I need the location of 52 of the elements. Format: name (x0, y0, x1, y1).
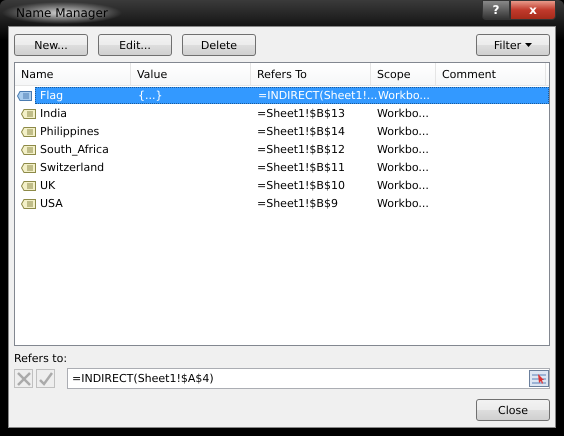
name-tag-icon (21, 144, 36, 154)
name-cell: South_Africa (40, 143, 109, 156)
name-tag-icon (17, 90, 32, 100)
close-button[interactable]: Close (476, 399, 550, 421)
value-cell: {...} (138, 89, 162, 102)
name-row[interactable]: UK =Sheet1!$B$10 Workbo... (15, 177, 549, 194)
name-cell: UK (40, 179, 56, 192)
refers-to-cell: =Sheet1!$B$11 (257, 161, 345, 174)
name-tag-icon (21, 126, 36, 136)
scope-cell: Workbo... (377, 197, 429, 210)
name-tag-icon (21, 162, 36, 172)
scope-cell: Workbo... (377, 107, 429, 120)
column-header[interactable]: Name (15, 63, 131, 85)
column-header[interactable]: Refers To (251, 63, 371, 85)
column-header[interactable]: Scope (371, 63, 436, 85)
name-cell: Flag (40, 89, 64, 102)
scope-cell: Workbo... (378, 89, 430, 102)
refers-to-cell: =INDIRECT(Sheet1!... (258, 89, 378, 102)
refers-to-label: Refers to: (14, 352, 68, 365)
name-cell: Philippines (40, 125, 100, 138)
toolbar-button[interactable]: Edit... (98, 34, 172, 56)
name-row[interactable]: South_Africa =Sheet1!$B$12 Workbo... (15, 141, 549, 158)
name-cell: Switzerland (40, 161, 104, 174)
name-tag-icon (21, 108, 36, 118)
name-cell: USA (40, 197, 63, 210)
scope-cell: Workbo... (377, 125, 429, 138)
name-tag-icon (21, 180, 36, 190)
name-row[interactable]: India =Sheet1!$B$13 Workbo... (15, 105, 549, 122)
scope-cell: Workbo... (377, 143, 429, 156)
refers-to-cell: =Sheet1!$B$13 (257, 107, 345, 120)
name-row[interactable]: Philippines =Sheet1!$B$14 Workbo... (15, 123, 549, 140)
name-row[interactable]: USA =Sheet1!$B$9 Workbo... (15, 195, 549, 212)
filter-button[interactable]: Filter (476, 34, 550, 56)
name-cell: India (40, 107, 67, 120)
column-header[interactable]: Value (131, 63, 251, 85)
refers-to-cell: =Sheet1!$B$10 (257, 179, 345, 192)
scope-cell: Workbo... (377, 179, 429, 192)
toolbar-button[interactable]: New... (14, 34, 88, 56)
collapse-dialog-icon[interactable] (529, 370, 549, 387)
refers-to-cell: =Sheet1!$B$9 (257, 197, 338, 210)
toolbar-button[interactable]: Delete (182, 34, 256, 56)
caret-icon (525, 43, 532, 47)
close-button[interactable]: x (510, 0, 556, 20)
window-title: Name Manager (2, 2, 122, 24)
refers-to-field[interactable]: =INDIRECT(Sheet1!$A$4) (67, 368, 550, 389)
name-tag-icon (21, 198, 36, 208)
scope-cell: Workbo... (377, 161, 429, 174)
name-row[interactable]: Switzerland =Sheet1!$B$11 Workbo... (15, 159, 549, 176)
column-header[interactable]: Comment (436, 63, 546, 85)
help-button[interactable]: ? (482, 0, 510, 20)
refers-to-cell: =Sheet1!$B$14 (257, 125, 345, 138)
refers-to-cell: =Sheet1!$B$12 (257, 143, 345, 156)
